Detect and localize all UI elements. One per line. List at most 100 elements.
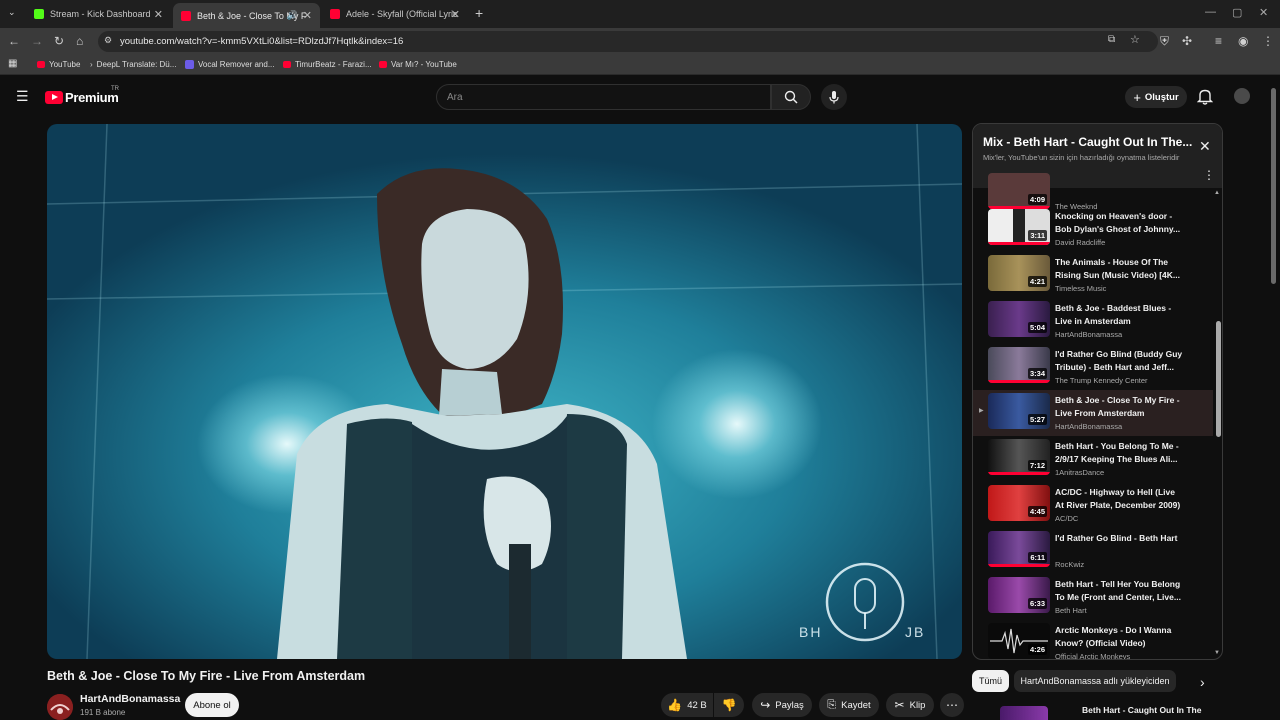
playlist-item[interactable]: 6:11 I'd Rather Go Blind - Beth Hart Roc… bbox=[973, 528, 1213, 574]
playlist-item[interactable]: 5:04 Beth & Joe - Baddest Blues - Live i… bbox=[973, 298, 1213, 344]
clip-button[interactable]: ✂ Klip bbox=[886, 693, 934, 717]
playlist-title[interactable]: Mix - Beth Hart - Caught Out In The... bbox=[983, 135, 1192, 149]
new-tab-plus-icon[interactable]: + bbox=[475, 5, 483, 21]
playlist-panel: Mix - Beth Hart - Caught Out In The... M… bbox=[972, 123, 1223, 660]
close-icon[interactable]: ✕ bbox=[154, 8, 163, 21]
thumbs-up-icon: 👍 bbox=[667, 698, 683, 712]
extensions-puzzle-icon[interactable]: ✣ bbox=[1182, 34, 1192, 48]
playlist-item[interactable]: 4:45 AC/DC - Highway to Hell (Live At Ri… bbox=[973, 482, 1213, 528]
channel-name[interactable]: HartAndBonamassa bbox=[80, 693, 180, 705]
channel-avatar[interactable] bbox=[47, 694, 73, 720]
close-playlist-icon[interactable]: ✕ bbox=[1199, 138, 1211, 155]
video-player[interactable]: BH JB bbox=[47, 124, 962, 659]
voice-search-button[interactable] bbox=[821, 84, 847, 110]
forward-arrow-icon[interactable]: → bbox=[31, 34, 43, 48]
share-button[interactable]: ↪ Paylaş bbox=[752, 693, 812, 717]
video-thumbnail: 6:33 bbox=[988, 577, 1050, 613]
chip-all[interactable]: Tümü bbox=[972, 670, 1009, 692]
bookmark-vocal-remover[interactable]: Vocal Remover and... bbox=[185, 60, 274, 69]
bookmark-youtube[interactable]: YouTube bbox=[37, 60, 80, 69]
dislike-button[interactable]: 👎 bbox=[714, 693, 744, 717]
video-thumbnail: 4:26 bbox=[988, 623, 1050, 659]
browser-tab-beth-joe[interactable]: Beth & Joe - Close To My F 🔊 ✕ bbox=[173, 3, 320, 28]
close-icon[interactable]: ✕ bbox=[451, 8, 460, 21]
hamburger-menu-icon[interactable]: ☰ bbox=[16, 88, 29, 105]
apps-grid-icon[interactable]: ▦ bbox=[8, 58, 17, 69]
bookmark-icon: ⎘ bbox=[827, 698, 837, 711]
site-info-icon[interactable]: ⚙ bbox=[104, 35, 112, 46]
item-title: I'd Rather Go Blind - Beth Hart bbox=[1055, 533, 1178, 543]
now-playing-icon: ▶ bbox=[979, 408, 984, 414]
scroll-up-arrow-icon[interactable]: ▲ bbox=[1214, 190, 1220, 196]
browser-tab-kick[interactable]: Stream - Kick Dashboard ✕ bbox=[26, 3, 171, 25]
bookmark-timurbeatz[interactable]: TimurBeatz - Farazi... bbox=[283, 60, 372, 69]
item-title: The Animals - House Of The Rising Sun (M… bbox=[1055, 257, 1180, 280]
chevron-right-icon[interactable]: › bbox=[1200, 674, 1205, 690]
youtube-favicon-icon bbox=[283, 61, 291, 68]
media-controls-icon[interactable]: ≡ bbox=[1215, 34, 1222, 48]
video-thumbnail: 4:45 bbox=[988, 485, 1050, 521]
youtube-logo-icon[interactable] bbox=[45, 91, 63, 104]
back-arrow-icon[interactable]: ← bbox=[8, 34, 20, 48]
window-close-icon[interactable]: ✕ bbox=[1259, 6, 1268, 19]
like-button[interactable]: 👍 42 B bbox=[661, 693, 713, 717]
minimize-icon[interactable]: — bbox=[1205, 6, 1216, 18]
logo-text[interactable]: Premium bbox=[65, 90, 119, 105]
chip-from-uploader[interactable]: HartAndBonamassa adlı yükleyiciden bbox=[1014, 670, 1176, 692]
item-channel: HartAndBonamassa bbox=[1055, 422, 1123, 431]
recommendation-item[interactable]: Beth Hart - Caught Out In The bbox=[972, 702, 1223, 720]
playlist-items: 4:09 The Weeknd 3:11 Knocking on Heaven'… bbox=[973, 173, 1222, 659]
playlist-item-current[interactable]: ▶ 5:27 Beth & Joe - Close To My Fire - L… bbox=[973, 390, 1213, 436]
create-button[interactable]: + Oluştur bbox=[1125, 86, 1187, 108]
video-thumbnail: 4:21 bbox=[988, 255, 1050, 291]
playlist-scrollbar-thumb[interactable] bbox=[1216, 321, 1221, 437]
vocal-remover-favicon-icon bbox=[185, 60, 194, 69]
item-title: Beth & Joe - Close To My Fire - Live Fro… bbox=[1055, 395, 1180, 418]
bookmark-var-mi[interactable]: Var Mı? - YouTube bbox=[379, 60, 457, 69]
youtube-favicon-icon bbox=[181, 10, 191, 21]
menu-dots-icon[interactable]: ⋮ bbox=[1262, 34, 1274, 48]
subscribe-button[interactable]: Abone ol bbox=[185, 693, 239, 717]
search-input[interactable]: Ara bbox=[436, 84, 771, 110]
audio-playing-icon[interactable]: 🔊 bbox=[287, 10, 298, 21]
scroll-down-arrow-icon[interactable]: ▼ bbox=[1214, 650, 1220, 656]
youtube-favicon-icon bbox=[379, 61, 387, 68]
user-avatar[interactable] bbox=[1234, 88, 1250, 104]
close-icon[interactable]: ✕ bbox=[303, 9, 312, 22]
bookmark-star-icon[interactable]: ☆ bbox=[1130, 33, 1140, 46]
playlist-item[interactable]: 6:33 Beth Hart - Tell Her You Belong To … bbox=[973, 574, 1213, 620]
tab-search-icon[interactable]: ⌄ bbox=[8, 7, 16, 18]
video-thumbnail: 5:04 bbox=[988, 301, 1050, 337]
playlist-item[interactable]: 3:11 Knocking on Heaven's door - Bob Dyl… bbox=[973, 206, 1213, 252]
home-icon[interactable]: ⌂ bbox=[76, 34, 83, 48]
url-text: youtube.com/watch?v=-kmm5VXtLi0&list=RDl… bbox=[120, 36, 404, 47]
maximize-icon[interactable]: ▢ bbox=[1232, 6, 1242, 19]
item-title: Beth Hart - Caught Out In The bbox=[1082, 705, 1202, 715]
video-thumbnail: 7:12 bbox=[988, 439, 1050, 475]
search-button[interactable] bbox=[771, 84, 811, 110]
video-thumbnail: 6:11 bbox=[988, 531, 1050, 567]
more-actions-button[interactable]: ⋯ bbox=[940, 693, 964, 717]
save-button[interactable]: ⎘ Kaydet bbox=[819, 693, 879, 717]
item-title: Arctic Monkeys - Do I Wanna Know? (Offic… bbox=[1055, 625, 1172, 648]
cast-icon[interactable]: ⧉ bbox=[1108, 34, 1115, 45]
playlist-item[interactable]: 3:34 I'd Rather Go Blind (Buddy Guy Trib… bbox=[973, 344, 1213, 390]
profile-icon[interactable]: ◉ bbox=[1238, 34, 1248, 48]
watermark-left-text: BH bbox=[799, 624, 823, 640]
page-scrollbar-thumb[interactable] bbox=[1271, 88, 1276, 284]
playlist-item[interactable]: 7:12 Beth Hart - You Belong To Me - 2/9/… bbox=[973, 436, 1213, 482]
item-title: Beth Hart - You Belong To Me - 2/9/17 Ke… bbox=[1055, 441, 1179, 464]
search-icon bbox=[784, 90, 798, 104]
playlist-item[interactable]: 4:21 The Animals - House Of The Rising S… bbox=[973, 252, 1213, 298]
shield-extension-icon[interactable]: ⛨ bbox=[1160, 34, 1169, 49]
address-bar[interactable]: ⚙ youtube.com/watch?v=-kmm5VXtLi0&list=R… bbox=[98, 31, 1158, 52]
bookmark-deepl[interactable]: › DeepL Translate: Dü... bbox=[90, 60, 176, 69]
browser-tab-strip: ⌄ Stream - Kick Dashboard ✕ Beth & Joe -… bbox=[0, 0, 1280, 28]
browser-tab-adele[interactable]: Adele - Skyfall (Official Lyric Vi ✕ bbox=[322, 3, 468, 25]
youtube-header: ☰ Premium TR Ara + Oluştur bbox=[0, 75, 1280, 120]
playlist-item[interactable]: 4:26 Arctic Monkeys - Do I Wanna Know? (… bbox=[973, 620, 1213, 659]
watermark-right-text: JB bbox=[905, 624, 926, 640]
item-channel: Beth Hart bbox=[1055, 606, 1087, 615]
notifications-bell-icon[interactable] bbox=[1197, 88, 1213, 105]
reload-icon[interactable]: ↻ bbox=[54, 34, 64, 48]
